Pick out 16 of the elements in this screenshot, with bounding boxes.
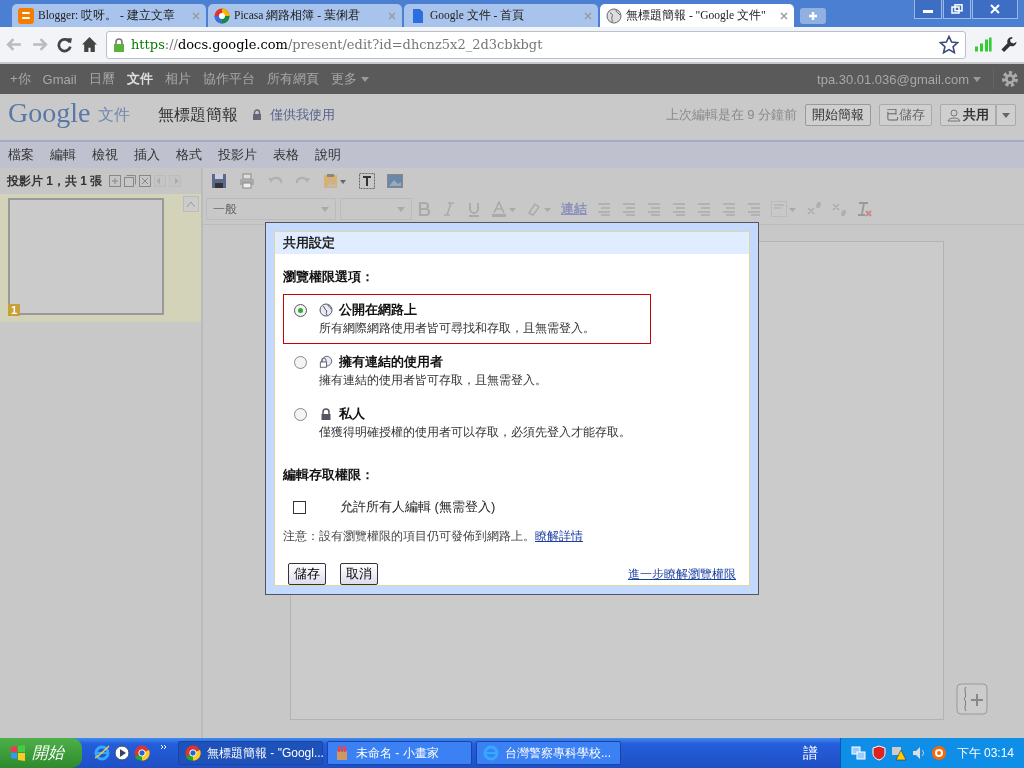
- note-text: 注意：設有瀏覽權限的項目仍可發佈到網路上。瞭解詳情: [283, 528, 584, 545]
- option-description: 擁有連結的使用者皆可存取，且無需登入。: [319, 372, 547, 389]
- checkbox-label: 允許所有人編輯 (無需登入): [340, 498, 496, 516]
- product-name: 文件: [98, 104, 131, 125]
- dialog-title: 共用設定: [275, 232, 749, 254]
- option-label: 私人: [339, 405, 365, 423]
- clock: 下午 03:14: [956, 744, 1014, 762]
- option-label: 擁有連結的使用者: [339, 353, 443, 371]
- option-description: 僅獲得明確授權的使用者可以存取，必須先登入才能存取。: [319, 424, 631, 441]
- slide-count-label: 投影片 1，共 1 張: [7, 172, 103, 190]
- slide-number-badge: 1: [8, 304, 21, 316]
- last-edit-text: 上次編輯是在 9 分鐘前: [665, 106, 797, 124]
- option-label: 公開在網路上: [339, 301, 417, 319]
- option-description: 所有網際網路使用者皆可尋找和存取，且無需登入。: [319, 320, 595, 337]
- section-heading: 編輯存取權限：: [283, 466, 375, 484]
- section-heading: 瀏覽權限選項：: [283, 268, 375, 286]
